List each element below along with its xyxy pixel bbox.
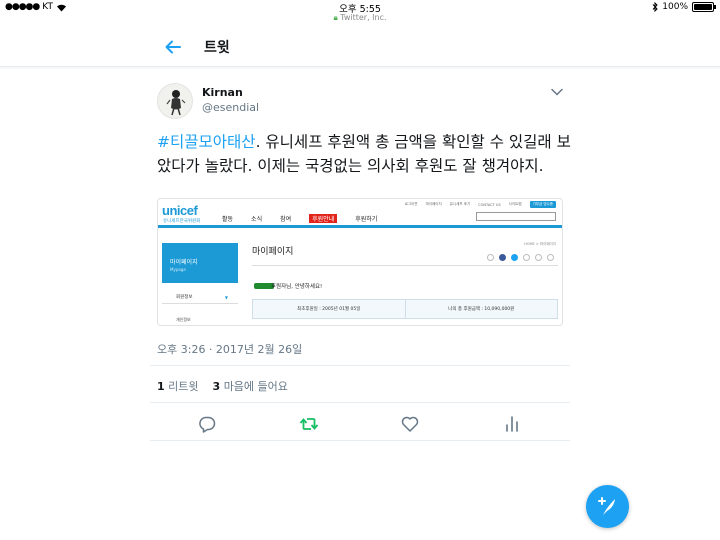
zoom-out-icon	[535, 254, 542, 261]
retweet-icon[interactable]	[299, 414, 319, 434]
divider	[150, 440, 570, 441]
unicef-nav-item-active: 후원안내	[309, 214, 338, 223]
author-handle[interactable]: @esendial	[202, 101, 259, 114]
status-bar: ●●●●● KT 오후 5:55 🔒︎ Twitter, Inc. 100%	[0, 0, 720, 26]
compose-button[interactable]	[586, 485, 629, 528]
unicef-side-item-label: 회원정보	[176, 295, 193, 300]
unicef-top-link: 사이트맵	[508, 202, 522, 206]
caret-down-icon: ▼	[224, 295, 228, 300]
unicef-breadcrumb: HOME > 마이페이지	[524, 242, 556, 246]
avatar-figure-icon	[166, 90, 186, 116]
unicef-search-box	[476, 212, 556, 221]
chevron-down-icon[interactable]	[550, 87, 564, 97]
facebook-icon	[499, 254, 506, 261]
tweet-stats: 1 리트윗 3 마음에 들어요	[157, 378, 288, 394]
unicef-divider	[252, 265, 558, 266]
print-icon	[487, 254, 494, 261]
unicef-nav-item: 참여	[280, 216, 292, 223]
bluetooth-icon	[652, 2, 658, 12]
unicef-nav-underline	[158, 225, 562, 228]
tweet-image[interactable]: 로그아웃 마이페이지 유니세프 후기 CONTACT US 사이트맵 기부금 영…	[157, 198, 563, 326]
battery-icon	[692, 2, 716, 12]
unicef-logo: unicef	[162, 203, 198, 218]
unicef-top-links: 로그아웃 마이페이지 유니세프 후기 CONTACT US 사이트맵 기부금 영…	[405, 201, 556, 208]
unicef-nav-item: 후원하기	[355, 216, 378, 223]
unicef-top-link: 유니세프 후기	[449, 202, 471, 206]
font-size-icon	[523, 254, 530, 261]
retweet-count: 1	[157, 380, 165, 393]
author-name[interactable]: Kirnan	[202, 86, 243, 99]
battery-percent: 100%	[662, 2, 688, 12]
reply-icon[interactable]	[197, 414, 217, 434]
unicef-top-link: CONTACT US	[478, 202, 501, 207]
hashtag-link[interactable]: #티끌모아태산	[157, 133, 256, 151]
twitter-icon	[511, 254, 518, 261]
unicef-nav: 활동 소식 참여 후원안내 후원하기	[222, 214, 377, 223]
unicef-top-link: 마이페이지	[425, 202, 442, 206]
unicef-donation-box: 최초후원일 : 2005년 01월 05일 나의 총 후원금액 : 10,090…	[252, 299, 558, 319]
avatar[interactable]	[157, 83, 193, 119]
unicef-side-item: 회원정보 ▼	[162, 294, 238, 304]
tweet-actions	[150, 410, 570, 438]
unicef-logo-sub: 유니세프한국위원회	[163, 219, 201, 224]
nav-bar: 트윗	[0, 27, 720, 67]
lock-icon: 🔒︎	[333, 13, 338, 22]
divider	[150, 402, 570, 403]
tweet-timestamp: 오후 3:26 · 2017년 2월 26일	[157, 343, 303, 356]
retweet-label: 리트윗	[168, 380, 199, 393]
back-arrow-icon[interactable]	[163, 37, 183, 57]
like-icon[interactable]	[400, 414, 420, 434]
status-url: 🔒︎ Twitter, Inc.	[0, 13, 720, 23]
unicef-side-title: 마이페이지	[170, 259, 198, 266]
unicef-nav-item: 소식	[251, 216, 263, 223]
zoom-in-icon	[547, 254, 554, 261]
unicef-nav-item: 활동	[222, 216, 234, 223]
unicef-top-link: 로그아웃	[404, 202, 418, 206]
status-url-text: Twitter, Inc.	[340, 13, 387, 22]
unicef-total-donation: 나의 총 후원금액 : 10,090,000원	[404, 300, 558, 318]
unicef-side-header: 마이페이지 Mypage	[162, 243, 238, 283]
retweet-count-link[interactable]: 1 리트윗	[157, 378, 199, 394]
unicef-greeting: 후원자님, 안녕하세요!	[271, 284, 323, 290]
status-right: 100%	[652, 2, 716, 12]
analytics-icon[interactable]	[502, 414, 522, 434]
compose-icon	[598, 497, 615, 515]
like-count: 3	[212, 380, 221, 393]
unicef-page-title: 마이페이지	[252, 247, 294, 257]
page-title: 트윗	[204, 40, 230, 56]
like-label: 마음에 들어요	[223, 380, 288, 393]
tweet-text: #티끌모아태산. 유니세프 후원액 총 금액을 확인할 수 있길래 보았다가 놀…	[157, 130, 577, 178]
unicef-side-sub: Mypage	[170, 267, 186, 272]
unicef-join-badge: 기부금 영수증	[529, 201, 556, 208]
like-count-link[interactable]: 3 마음에 들어요	[213, 378, 288, 394]
divider	[150, 365, 570, 366]
unicef-side-subitem: 개인정보	[176, 317, 191, 322]
unicef-first-donation: 최초후원일 : 2005년 01월 05일	[297, 307, 361, 312]
unicef-share-tools	[487, 254, 554, 261]
